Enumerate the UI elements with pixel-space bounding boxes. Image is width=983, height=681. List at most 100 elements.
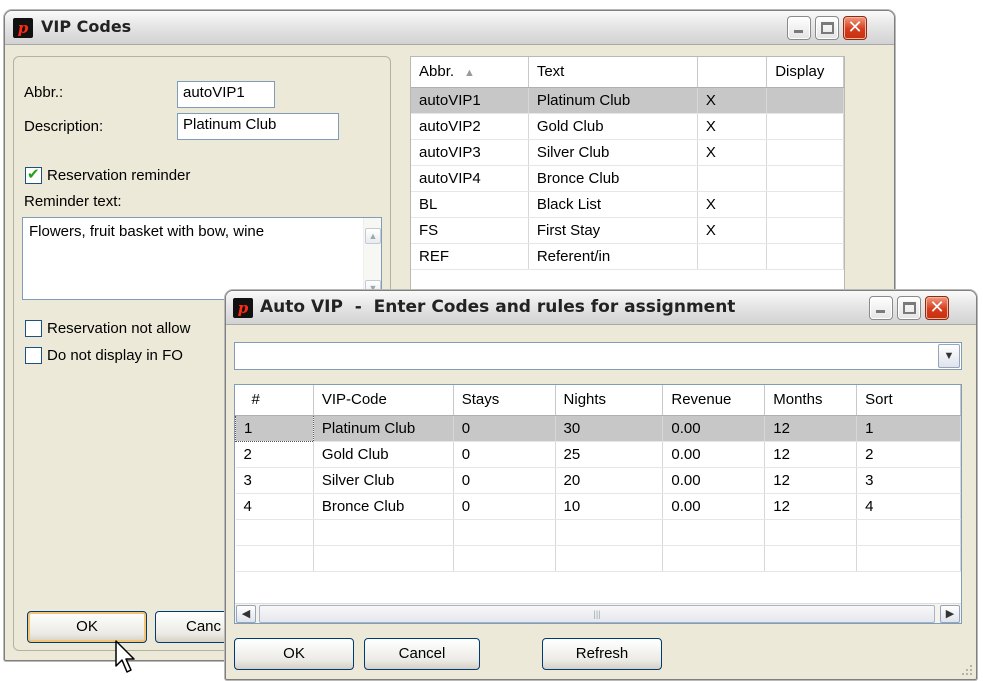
reminder-text-area[interactable]: Flowers, fruit basket with bow, wine ▲ ▼: [22, 217, 382, 300]
cell-text: Platinum Club: [528, 87, 698, 114]
reservation-reminder-label: Reservation reminder: [47, 167, 191, 184]
reservation-not-allowed-label: Reservation not allow: [47, 320, 191, 337]
vip-codes-titlebar[interactable]: p VIP Codes ✕: [5, 11, 894, 45]
do-not-display-checkbox[interactable]: [25, 347, 42, 364]
cell-flag: X: [697, 113, 768, 140]
table-row[interactable]: autoVIP4 Bronce Club: [411, 165, 844, 192]
cell-revenue: 0.00: [662, 415, 766, 442]
column-header-nights[interactable]: Nights: [555, 385, 664, 416]
cell-revenue: 0.00: [662, 493, 766, 520]
cell-display: [766, 113, 844, 140]
scroll-left-icon[interactable]: ◀: [236, 605, 256, 623]
cell-display: [766, 165, 844, 192]
chevron-down-icon[interactable]: ▼: [938, 344, 960, 368]
table-row[interactable]: autoVIP3 Silver Club X: [411, 139, 844, 166]
cell-number: 4: [235, 493, 314, 520]
cell-abbr: autoVIP4: [411, 165, 529, 192]
minimize-button[interactable]: [869, 296, 893, 320]
column-header-flag[interactable]: [697, 57, 768, 88]
maximize-button[interactable]: [897, 296, 921, 320]
cell-sort: 4: [856, 493, 961, 520]
cancel-button[interactable]: Cancel: [364, 638, 480, 670]
cell-abbr: BL: [411, 191, 529, 218]
column-header-abbr[interactable]: Abbr. ▲: [411, 57, 529, 88]
table-header-row: Abbr. ▲ Text Display: [411, 57, 844, 88]
cell-flag: X: [697, 139, 768, 166]
abbr-input[interactable]: autoVIP1: [177, 81, 275, 108]
refresh-button[interactable]: Refresh: [542, 638, 662, 670]
vip-codes-table[interactable]: Abbr. ▲ Text Display autoVIP1 Platinum Clu…: [410, 56, 845, 296]
table-row[interactable]: autoVIP1 Platinum Club X: [411, 87, 844, 114]
cell-text: First Stay: [528, 217, 698, 244]
table-row[interactable]: autoVIP2 Gold Club X: [411, 113, 844, 140]
ok-button[interactable]: OK: [234, 638, 354, 670]
cell-vip-code: Platinum Club: [313, 415, 454, 442]
minimize-icon: [794, 30, 803, 33]
cell-number: 1: [235, 414, 314, 442]
description-label: Description:: [24, 118, 104, 135]
table-row[interactable]: 4 Bronce Club 0 10 0.00 12 4: [235, 493, 961, 520]
resize-grip-icon[interactable]: [960, 663, 974, 677]
table-row[interactable]: FS First Stay X: [411, 217, 844, 244]
cell-months: 12: [764, 467, 858, 494]
auto-vip-table: # VIP-Code Stays Nights Revenue Months S…: [235, 385, 961, 572]
cell-vip-code: Bronce Club: [313, 493, 454, 520]
horizontal-scrollbar[interactable]: ◀ ||| ▶: [235, 603, 961, 623]
maximize-button[interactable]: [815, 16, 839, 40]
minimize-button[interactable]: [787, 16, 811, 40]
maximize-icon: [903, 302, 916, 314]
cell-abbr: FS: [411, 217, 529, 244]
column-header-sort[interactable]: Sort: [856, 385, 961, 416]
cell-text: Gold Club: [528, 113, 698, 140]
column-header-number[interactable]: #: [235, 385, 314, 416]
cell-months: 12: [764, 493, 858, 520]
cell-abbr: REF: [411, 243, 529, 270]
table-row[interactable]: BL Black List X: [411, 191, 844, 218]
cell-revenue: 0.00: [662, 467, 766, 494]
cell-months: 12: [764, 441, 858, 468]
reminder-text-label: Reminder text:: [24, 193, 122, 210]
table-row-empty[interactable]: [235, 545, 961, 572]
close-button[interactable]: ✕: [843, 16, 867, 40]
cell-display: [766, 217, 844, 244]
table-row-empty[interactable]: [235, 519, 961, 546]
reservation-reminder-checkbox[interactable]: [25, 165, 42, 184]
column-header-text[interactable]: Text: [528, 57, 698, 88]
reservation-not-allowed-checkbox[interactable]: [25, 320, 42, 337]
vip-filter-combo[interactable]: ▼: [234, 342, 962, 370]
close-icon: ✕: [847, 17, 863, 38]
ok-button[interactable]: OK: [27, 611, 147, 643]
mouse-pointer-icon: [115, 640, 135, 673]
cell-number: 3: [235, 467, 314, 494]
close-button[interactable]: ✕: [925, 296, 949, 320]
table-row[interactable]: 2 Gold Club 0 25 0.00 12 2: [235, 441, 961, 468]
cell-stays: 0: [453, 415, 556, 442]
sort-ascending-icon: ▲: [464, 67, 475, 80]
table-row[interactable]: 1 Platinum Club 0 30 0.00 12 1: [235, 414, 961, 442]
column-header-months[interactable]: Months: [764, 385, 858, 416]
auto-vip-titlebar[interactable]: p Auto VIP - Enter Codes and rules for a…: [226, 291, 976, 325]
app-logo-icon: p: [13, 18, 33, 38]
column-header-display[interactable]: Display: [766, 57, 844, 88]
minimize-icon: [876, 310, 885, 313]
table-row[interactable]: 3 Silver Club 0 20 0.00 12 3: [235, 467, 961, 494]
cell-flag: X: [697, 87, 768, 114]
cell-text: Silver Club: [528, 139, 698, 166]
description-input[interactable]: Platinum Club: [177, 113, 339, 140]
cell-flag: X: [697, 191, 768, 218]
scroll-thumb[interactable]: |||: [259, 605, 935, 623]
scroll-right-icon[interactable]: ▶: [940, 605, 960, 623]
cell-flag: X: [697, 217, 768, 244]
column-header-vip-code[interactable]: VIP-Code: [313, 385, 454, 416]
column-header-stays[interactable]: Stays: [453, 385, 556, 416]
column-header-revenue[interactable]: Revenue: [662, 385, 766, 416]
cell-abbr: autoVIP3: [411, 139, 529, 166]
cell-display: [766, 87, 844, 114]
reminder-scrollbar[interactable]: ▲ ▼: [363, 218, 381, 299]
scroll-up-icon[interactable]: ▲: [365, 228, 381, 244]
table-row[interactable]: REF Referent/in: [411, 243, 844, 270]
cell-vip-code: Silver Club: [313, 467, 454, 494]
auto-vip-window: p Auto VIP - Enter Codes and rules for a…: [225, 290, 977, 680]
auto-vip-grid[interactable]: # VIP-Code Stays Nights Revenue Months S…: [234, 384, 962, 624]
cell-sort: 3: [856, 467, 961, 494]
